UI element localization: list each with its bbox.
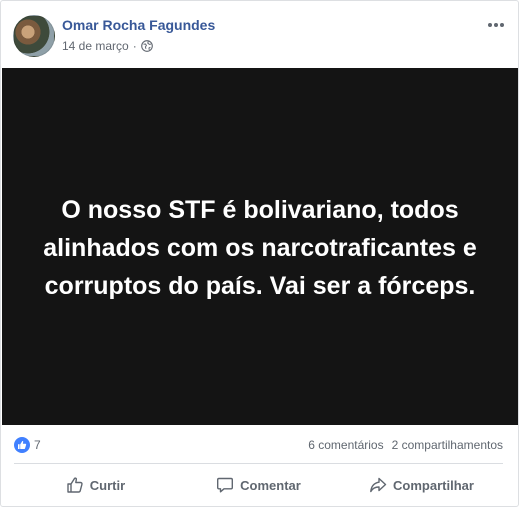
reaction-count[interactable]: 7 [34,438,41,452]
post-date[interactable]: 14 de março [62,39,129,53]
post-image[interactable]: O nosso STF é bolivariano, todos alinhad… [2,68,518,425]
shares-count[interactable]: 2 compartilhamentos [392,438,503,452]
post-actions: Curtir Comentar Compartilhar [14,467,503,503]
comment-button-label: Comentar [240,477,301,493]
actions-divider [14,463,503,464]
comments-count[interactable]: 6 comentários [308,438,383,452]
globe-icon[interactable] [140,40,153,52]
post-image-text: O nosso STF é bolivariano, todos alinhad… [43,195,477,300]
post-meta: 14 de março · [62,39,153,53]
share-arrow-icon [370,477,387,493]
author-name[interactable]: Omar Rocha Fagundes [62,17,215,33]
comment-button[interactable]: Comentar [177,467,340,503]
meta-separator: · [132,39,137,53]
like-button[interactable]: Curtir [14,467,177,503]
thumbs-up-icon [67,477,83,493]
post-card: Omar Rocha Fagundes 14 de março · O noss… [0,0,519,507]
share-button[interactable]: Compartilhar [340,467,503,503]
share-button-label: Compartilhar [393,477,474,493]
stats-right: 6 comentários 2 compartilhamentos [308,438,503,452]
more-options-icon[interactable] [486,15,506,35]
like-reaction-icon[interactable] [14,437,30,453]
post-header: Omar Rocha Fagundes 14 de março · [13,15,506,57]
author-avatar[interactable] [13,15,55,57]
comment-icon [217,477,234,493]
post-stats: 7 6 comentários 2 compartilhamentos [14,435,503,455]
like-button-label: Curtir [89,477,126,493]
